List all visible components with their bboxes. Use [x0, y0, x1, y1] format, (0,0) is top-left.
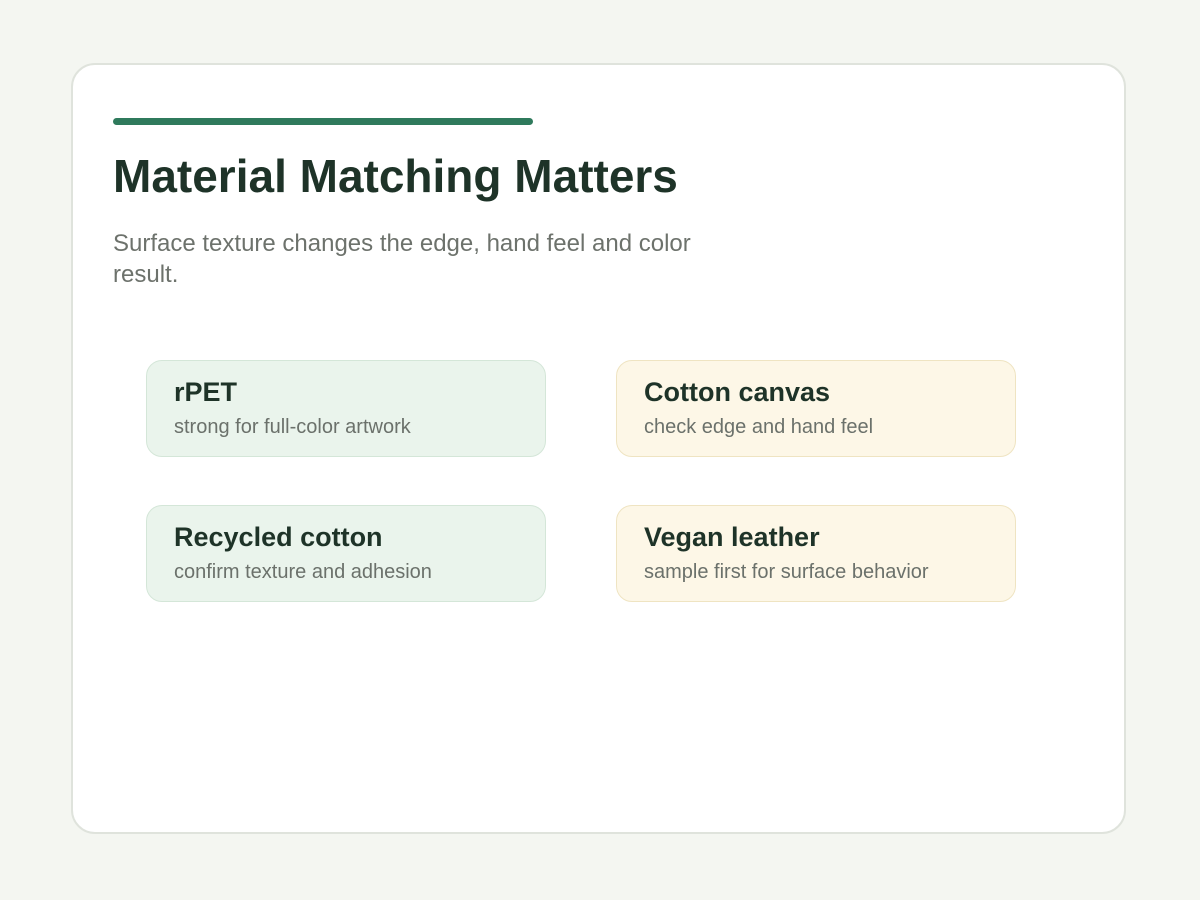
material-name: Recycled cotton	[174, 522, 383, 552]
material-name: Vegan leather	[644, 522, 820, 552]
material-name: rPET	[174, 377, 238, 407]
material-tile-rpet: rPET strong for full-color artwork	[146, 360, 546, 457]
slide-title: Material Matching Matters	[113, 150, 678, 202]
slide-subtitle: Surface texture changes the edge, hand f…	[113, 230, 691, 288]
material-tile-cotton-canvas: Cotton canvas check edge and hand feel	[616, 360, 1016, 457]
material-tile-vegan-leather: Vegan leather sample first for surface b…	[616, 505, 1016, 602]
slide-card: Material Matching Matters Surface textur…	[71, 63, 1126, 834]
material-tile-recycled-cotton: Recycled cotton confirm texture and adhe…	[146, 505, 546, 602]
material-note: check edge and hand feel	[644, 416, 874, 438]
accent-bar	[113, 118, 533, 125]
material-name: Cotton canvas	[644, 377, 831, 407]
material-note: strong for full-color artwork	[174, 416, 411, 438]
material-note: sample first for surface behavior	[644, 561, 929, 583]
material-note: confirm texture and adhesion	[174, 561, 432, 583]
